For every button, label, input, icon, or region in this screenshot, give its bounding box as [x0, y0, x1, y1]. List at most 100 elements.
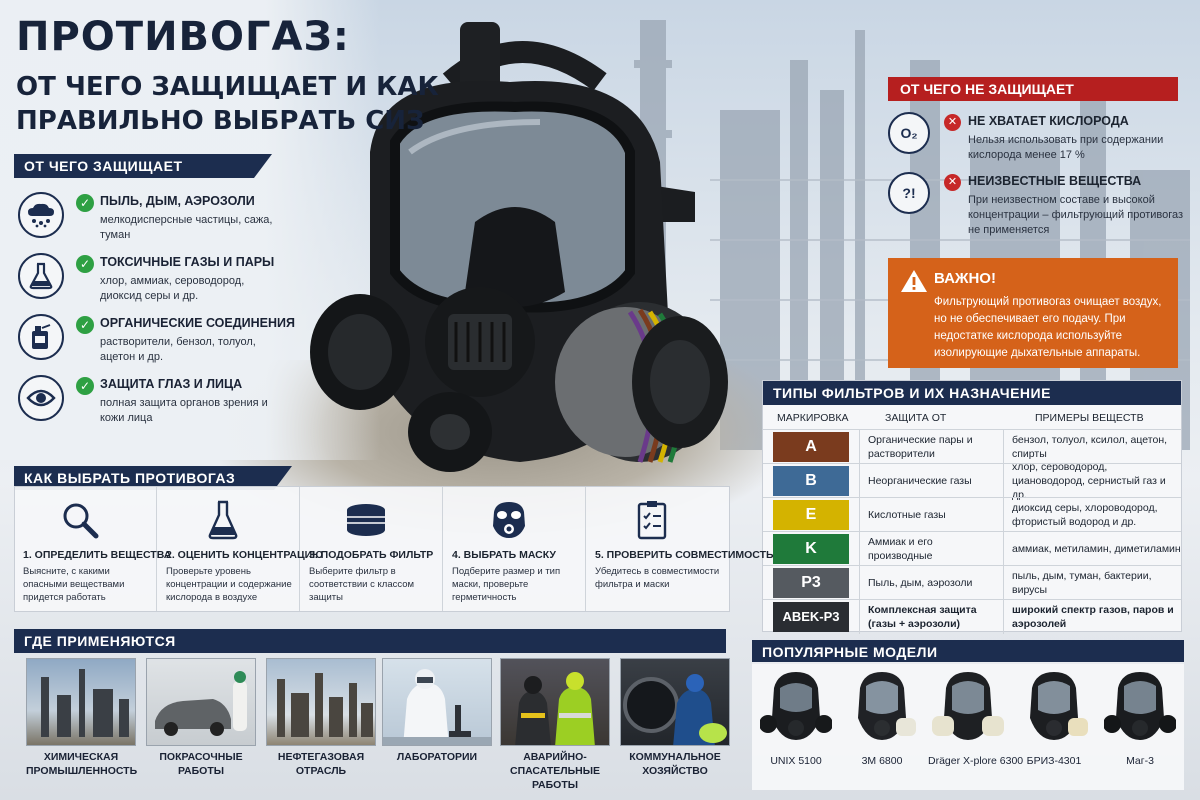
filter-protect-cell: Комплексная защита (газы + аэрозоли): [859, 600, 999, 634]
col-marking: МАРКИРОВКА: [777, 412, 849, 424]
protects-item-desc: полная защита органов зрения и кожи лица: [100, 397, 268, 424]
eye-icon: [18, 375, 64, 421]
flask-icon: [18, 253, 64, 299]
step-desc: Убедитесь в совместимости фильтра и маск…: [595, 566, 720, 590]
protects-item: ✓ ТОКСИЧНЫЕ ГАЗЫ И ПАРЫ хлор, аммиак, се…: [18, 253, 338, 311]
not-protects-item-title: НЕИЗВЕСТНЫЕ ВЕЩЕСТВА: [968, 174, 1142, 188]
filter-examples-cell: хлор, сероводород, циановодород, сернист…: [1003, 461, 1181, 501]
step-title: 1. ОПРЕДЕЛИТЬ ВЕЩЕСТВА: [23, 549, 172, 561]
filter-cartridge-icon: [341, 497, 391, 543]
applied-header-label: ГДЕ ПРИМЕНЯЮТСЯ: [24, 633, 176, 649]
filter-mark-badge: E: [773, 500, 849, 530]
filter-protect-cell: Пыль, дым, аэрозоли: [859, 566, 999, 600]
not-protects-item-desc: При неизвестном составе и высокой концен…: [968, 194, 1184, 236]
dust-cloud-icon: [18, 192, 64, 238]
applied-item: АВАРИЙНО-СПАСАТЕЛЬНЫЕ РАБОТЫ: [500, 658, 610, 792]
popular-models-panel: UNIX 5100 3M 6800 Dräger X-plore 6300 БР…: [752, 662, 1184, 790]
protects-item-title: ПЫЛЬ, ДЫМ, АЭРОЗОЛИ: [100, 194, 255, 208]
filter-examples-cell: широкий спектр газов, паров и аэрозолей: [1003, 600, 1181, 634]
check-icon: ✓: [76, 316, 94, 334]
subtitle-line-2: ПРАВИЛЬНО ВЫБРАТЬ СИЗ: [16, 106, 425, 136]
filter-mark-badge: ABEK-P3: [773, 602, 849, 632]
filter-examples-cell: диоксид серы, хлороводород, фтористый во…: [1003, 498, 1181, 532]
solvent-can-icon: [18, 314, 64, 360]
models-header: ПОПУЛЯРНЫЕ МОДЕЛИ: [752, 640, 1184, 664]
applied-item-label: ПОКРАСОЧНЫЕ РАБОТЫ: [159, 751, 243, 777]
step-title: 3. ПОДОБРАТЬ ФИЛЬТР: [309, 549, 434, 561]
filter-protect-cell: Аммиак и его производные: [859, 532, 999, 566]
filter-examples-cell: аммиак, метиламин, диметиламин: [1003, 532, 1181, 566]
not-protects-item-desc: Нельзя использовать при содержании кисло…: [968, 134, 1164, 161]
model-card: Маг-3: [1100, 668, 1180, 767]
step-title: 4. ВЫБРАТЬ МАСКУ: [452, 549, 556, 561]
magnifier-icon: [55, 497, 105, 543]
model-name: БРИЗ-4301: [1026, 755, 1082, 767]
protects-item-title: ЗАЩИТА ГЛАЗ И ЛИЦА: [100, 377, 243, 391]
filter-examples-cell: бензол, толуол, ксилол, ацетон, спирты: [1003, 430, 1181, 464]
oil-gas-refinery-image: [266, 658, 376, 746]
cross-icon: ✕: [944, 114, 961, 131]
step-desc: Выберите фильтр в соответствии с классом…: [309, 566, 415, 603]
protects-item-desc: растворители, бензол, толуол, ацетон и д…: [100, 336, 256, 363]
filters-header: ТИПЫ ФИЛЬТРОВ И ИХ НАЗНАЧЕНИЕ: [763, 381, 1181, 405]
applied-item: КОММУНАЛЬНОЕ ХОЗЯЙСТВО: [620, 658, 730, 778]
rescue-work-image: [500, 658, 610, 746]
choose-header-label: КАК ВЫБРАТЬ ПРОТИВОГАЗ: [24, 470, 236, 486]
warning-title: ВАЖНО!: [934, 270, 996, 287]
col-examples: ПРИМЕРЫ ВЕЩЕСТВ: [1035, 412, 1144, 424]
protects-item: ✓ ЗАЩИТА ГЛАЗ И ЛИЦА полная защита орган…: [18, 375, 338, 433]
model-card: Dräger X-plore 6300: [928, 668, 1024, 767]
models-header-label: ПОПУЛЯРНЫЕ МОДЕЛИ: [762, 644, 938, 660]
painting-work-image: [146, 658, 256, 746]
flask-icon: [198, 497, 248, 543]
applied-header: ГДЕ ПРИМЕНЯЮТСЯ: [14, 629, 726, 653]
step-title: 5. ПРОВЕРИТЬ СОВМЕСТИМОСТЬ: [595, 549, 774, 561]
main-title: ПРОТИВОГАЗ:: [16, 14, 350, 60]
step-desc: Выясните, с какими опасными веществами п…: [23, 566, 125, 603]
laboratory-image: [382, 658, 492, 746]
model-card: БРИЗ-4301: [1014, 668, 1094, 767]
checklist-icon: [627, 497, 677, 543]
model-name: Dräger X-plore 6300: [928, 755, 1024, 767]
model-name: 3M 6800: [861, 755, 903, 767]
not-protects-header: ОТ ЧЕГО НЕ ЗАЩИЩАЕТ: [888, 77, 1178, 101]
check-icon: ✓: [76, 377, 94, 395]
oxygen-icon: O₂: [888, 112, 930, 154]
subtitle-line-1: ОТ ЧЕГО ЗАЩИЩАЕТ И КАК: [16, 72, 439, 102]
filter-mark-badge: K: [773, 534, 849, 564]
protects-header: ОТ ЧЕГО ЗАЩИЩАЕТ: [14, 154, 272, 178]
filter-row: A Органические пары и растворители бензол,…: [763, 429, 1181, 464]
col-protect: ЗАЩИТА ОТ: [885, 412, 947, 424]
step-card: 3. ПОДОБРАТЬ ФИЛЬТР Выберите фильтр в со…: [301, 487, 443, 611]
check-icon: ✓: [76, 194, 94, 212]
applied-item: НЕФТЕГАЗОВАЯ ОТРАСЛЬ: [266, 658, 376, 778]
step-title: 2. ОЦЕНИТЬ КОНЦЕНТРАЦИЮ: [166, 549, 324, 561]
filter-mark-badge: A: [773, 432, 849, 462]
step-desc: Проверьте уровень концентрации и содержа…: [166, 566, 292, 603]
main-subtitle: ОТ ЧЕГО ЗАЩИЩАЕТ И КАК ПРАВИЛЬНО ВЫБРАТЬ…: [16, 70, 439, 138]
model-name: Маг-3: [1126, 755, 1154, 767]
filters-table: ТИПЫ ФИЛЬТРОВ И ИХ НАЗНАЧЕНИЕ МАРКИРОВКА…: [762, 380, 1182, 634]
filter-examples-cell: пыль, дым, туман, бактерии, вирусы: [1003, 566, 1181, 600]
unknown-substance-icon: ?!: [888, 172, 930, 214]
applied-item-label: НЕФТЕГАЗОВАЯ ОТРАСЛЬ: [277, 751, 365, 777]
filter-row: ABEK-P3 Комплексная защита (газы + аэрозо…: [763, 599, 1181, 634]
utility-work-image: [620, 658, 730, 746]
chemical-plant-image: [26, 658, 136, 746]
model-mask-image: [932, 672, 1004, 740]
filter-row: E Кислотные газы диоксид серы, хлороводоро…: [763, 497, 1181, 532]
model-mask-image: [858, 672, 916, 740]
protects-item: ✓ ПЫЛЬ, ДЫМ, АЭРОЗОЛИ мелкодисперсные ча…: [18, 192, 338, 250]
filter-protect-cell: Кислотные газы: [859, 498, 999, 532]
cross-icon: ✕: [944, 174, 961, 191]
filter-row: B Неорганические газы хлор, сероводород, ц…: [763, 461, 1181, 501]
applied-item: ХИМИЧЕСКАЯ ПРОМЫШЛЕННОСТЬ: [26, 658, 137, 778]
model-card: 3M 6800: [842, 668, 922, 767]
choose-steps-panel: 1. ОПРЕДЕЛИТЬ ВЕЩЕСТВА Выясните, с каким…: [14, 486, 774, 612]
protects-header-label: ОТ ЧЕГО ЗАЩИЩАЕТ: [24, 158, 183, 174]
filter-mark-badge: P3: [773, 568, 849, 598]
filter-row: K Аммиак и его производные аммиак, метилам…: [763, 531, 1181, 566]
not-protects-item-title: НЕ ХВАТАЕТ КИСЛОРОДА: [968, 114, 1129, 128]
protects-item-title: ТОКСИЧНЫЕ ГАЗЫ И ПАРЫ: [100, 255, 275, 269]
filter-protect-cell: Органические пары и растворители: [859, 430, 999, 464]
